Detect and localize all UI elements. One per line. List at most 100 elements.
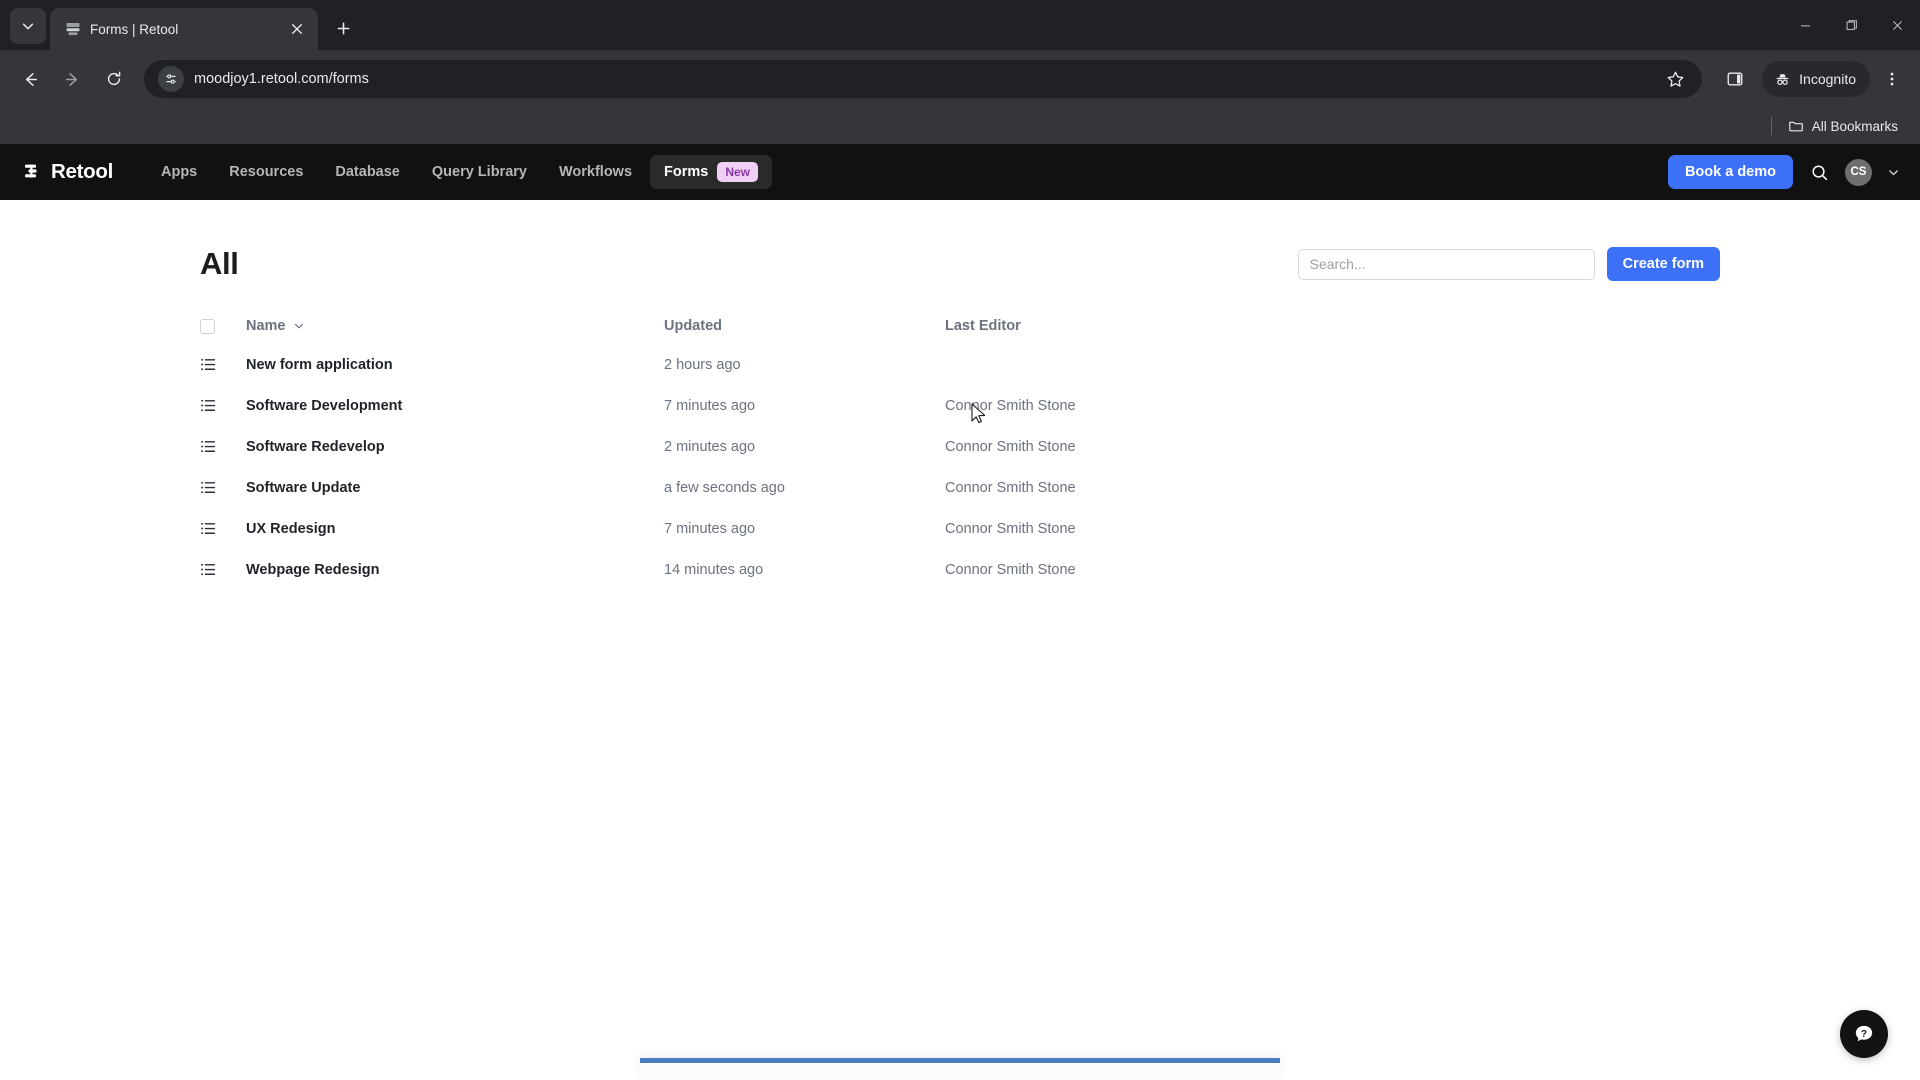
row-last-editor: Connor Smith Stone bbox=[945, 520, 1076, 537]
chevron-down-icon bbox=[22, 23, 34, 30]
help-button[interactable]: ? bbox=[1840, 1010, 1888, 1058]
tune-settings-icon[interactable] bbox=[158, 66, 184, 92]
nav-link-resources[interactable]: Resources bbox=[215, 157, 317, 187]
chevron-down-icon[interactable] bbox=[293, 320, 306, 333]
new-tab-button[interactable] bbox=[326, 11, 360, 45]
navbar-right-actions: Book a demo CS bbox=[1667, 155, 1900, 189]
list-icon bbox=[200, 356, 218, 374]
table-row[interactable]: Software Development 7 minutes ago Conno… bbox=[200, 385, 1720, 426]
column-header-name-label: Name bbox=[246, 318, 286, 334]
minimize-button[interactable] bbox=[1782, 1, 1828, 49]
maximize-button[interactable] bbox=[1828, 1, 1874, 49]
bookmarks-bar: All Bookmarks bbox=[0, 108, 1920, 144]
address-bar[interactable]: moodjoy1.retool.com/forms bbox=[144, 60, 1703, 98]
page-header: All Create form bbox=[200, 200, 1720, 308]
list-icon bbox=[200, 479, 218, 497]
maximize-icon bbox=[1846, 19, 1857, 30]
folder-icon bbox=[1788, 121, 1803, 132]
incognito-hat-icon bbox=[1776, 73, 1789, 85]
nav-link-database[interactable]: Database bbox=[321, 157, 413, 187]
row-icon-cell bbox=[200, 549, 246, 590]
window-close-icon bbox=[1892, 20, 1902, 30]
avatar[interactable]: CS bbox=[1845, 158, 1872, 186]
table-row[interactable]: Webpage Redesign 14 minutes ago Connor S… bbox=[200, 549, 1720, 590]
close-icon[interactable] bbox=[286, 18, 308, 40]
row-updated: 2 hours ago bbox=[664, 356, 741, 373]
forms-table: Name Updated Last Editor New form applic… bbox=[200, 308, 1720, 590]
url-text: moodjoy1.retool.com/forms bbox=[194, 71, 369, 87]
table-row[interactable]: UX Redesign 7 minutes ago Connor Smith S… bbox=[200, 508, 1720, 549]
create-form-button[interactable]: Create form bbox=[1606, 247, 1720, 281]
row-name[interactable]: Software Redevelop bbox=[246, 426, 664, 467]
tab-search-button[interactable] bbox=[10, 8, 46, 44]
row-icon-cell bbox=[200, 467, 246, 508]
row-name[interactable]: UX Redesign bbox=[246, 508, 664, 549]
page-header-actions: Create form bbox=[1297, 247, 1720, 281]
side-panel-icon[interactable] bbox=[1716, 60, 1754, 98]
row-updated: 7 minutes ago bbox=[664, 520, 756, 537]
table-row[interactable]: New form application 2 hours ago bbox=[200, 344, 1720, 385]
table-row[interactable]: Software Redevelop 2 minutes ago Connor … bbox=[200, 426, 1720, 467]
column-header-name[interactable]: Name bbox=[246, 308, 664, 344]
bottom-slide-panel bbox=[640, 1058, 1280, 1080]
table-header-row: Name Updated Last Editor bbox=[200, 308, 1720, 344]
search-input[interactable] bbox=[1297, 248, 1595, 280]
row-updated: 2 minutes ago bbox=[664, 438, 756, 455]
row-name[interactable]: New form application bbox=[246, 344, 664, 385]
back-button[interactable] bbox=[10, 59, 50, 99]
select-all-header bbox=[200, 308, 246, 344]
svg-text:?: ? bbox=[1861, 1029, 1867, 1040]
page-title: All bbox=[200, 246, 239, 281]
row-name[interactable]: Webpage Redesign bbox=[246, 549, 664, 590]
forms-table-body: New form application 2 hours ago Softwar… bbox=[200, 344, 1720, 590]
list-icon bbox=[200, 397, 218, 415]
list-icon bbox=[200, 520, 218, 538]
row-updated: 7 minutes ago bbox=[664, 397, 756, 414]
three-dot-menu-icon[interactable] bbox=[1874, 61, 1910, 97]
forward-arrow-icon bbox=[65, 72, 77, 86]
list-icon bbox=[200, 561, 218, 579]
bookmark-divider bbox=[1770, 117, 1772, 135]
retool-logo-icon bbox=[25, 164, 37, 178]
window-controls bbox=[1782, 0, 1920, 50]
plus-icon bbox=[337, 22, 349, 34]
back-arrow-icon bbox=[25, 72, 37, 86]
row-last-editor: Connor Smith Stone bbox=[945, 438, 1076, 455]
browser-window: Forms | Retool moodjoy1.retool.com/forms… bbox=[0, 0, 1920, 1080]
row-name[interactable]: Software Update bbox=[246, 467, 664, 508]
chevron-down-icon[interactable] bbox=[1886, 165, 1900, 179]
row-updated: 14 minutes ago bbox=[664, 561, 764, 578]
search-icon[interactable] bbox=[1807, 160, 1831, 184]
column-header-last-editor[interactable]: Last Editor bbox=[945, 308, 1720, 344]
book-demo-button[interactable]: Book a demo bbox=[1667, 155, 1793, 189]
column-header-updated[interactable]: Updated bbox=[664, 308, 945, 344]
row-icon-cell bbox=[200, 385, 246, 426]
browser-page-favicon bbox=[64, 21, 81, 38]
table-row[interactable]: Software Update a few seconds ago Connor… bbox=[200, 467, 1720, 508]
question-mark-chat-icon: ? bbox=[1855, 1025, 1873, 1042]
row-last-editor: Connor Smith Stone bbox=[945, 561, 1076, 578]
nav-link-apps[interactable]: Apps bbox=[147, 157, 211, 187]
nav-link-forms-label: Forms bbox=[664, 164, 709, 180]
all-bookmarks-button[interactable]: All Bookmarks bbox=[1788, 118, 1898, 134]
retool-logo[interactable]: Retool bbox=[22, 160, 113, 184]
row-name[interactable]: Software Development bbox=[246, 385, 664, 426]
retool-app: Retool Apps Resources Database Query Lib… bbox=[0, 144, 1920, 1080]
row-icon-cell bbox=[200, 426, 246, 467]
forward-button[interactable] bbox=[52, 59, 92, 99]
browser-tab-title: Forms | Retool bbox=[90, 21, 179, 37]
list-icon bbox=[200, 438, 218, 456]
reload-button[interactable] bbox=[94, 59, 134, 99]
browser-tabstrip: Forms | Retool bbox=[0, 0, 1920, 50]
window-close-button[interactable] bbox=[1874, 1, 1920, 49]
browser-tab[interactable]: Forms | Retool bbox=[50, 8, 318, 50]
incognito-indicator[interactable]: Incognito bbox=[1762, 61, 1870, 97]
row-last-editor: Connor Smith Stone bbox=[945, 479, 1076, 496]
nav-link-query-library[interactable]: Query Library bbox=[418, 157, 541, 187]
reload-icon bbox=[107, 71, 121, 86]
nav-link-workflows[interactable]: Workflows bbox=[545, 157, 646, 187]
row-last-editor: Connor Smith Stone bbox=[945, 397, 1076, 414]
star-icon[interactable] bbox=[1660, 64, 1690, 94]
select-all-checkbox[interactable] bbox=[200, 318, 215, 334]
nav-link-forms[interactable]: Forms New bbox=[650, 154, 773, 190]
